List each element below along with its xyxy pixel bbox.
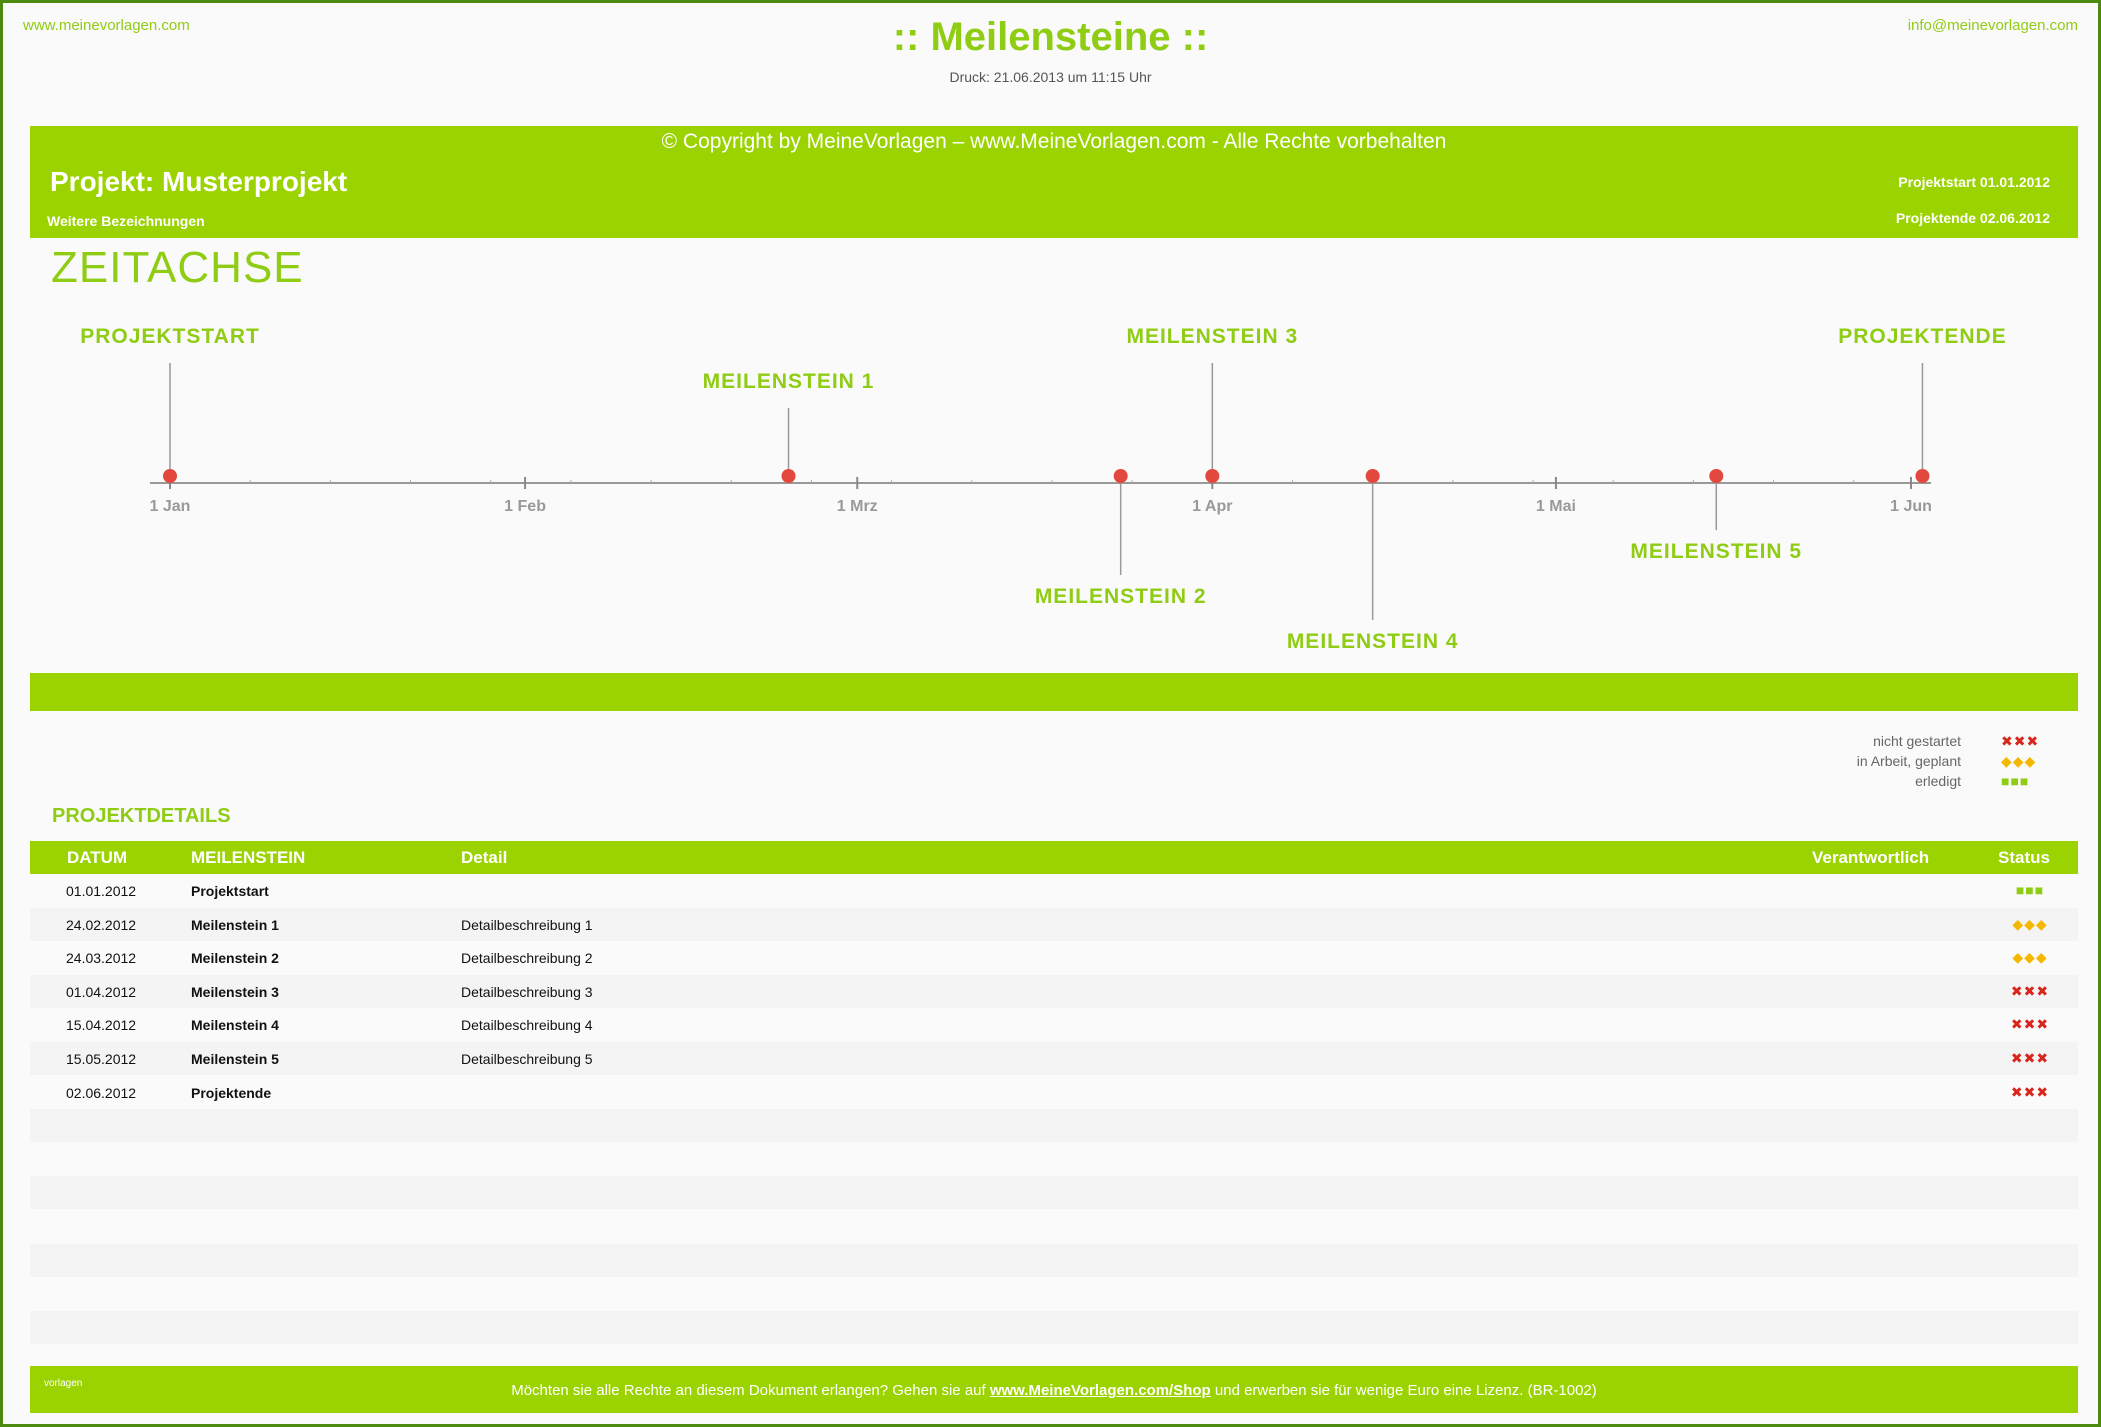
row-detail: Detailbeschreibung 2 — [461, 950, 593, 967]
status-red-icon: ✖✖✖ — [2010, 1083, 2050, 1100]
col-date: DATUM — [67, 848, 128, 867]
row-detail: Detailbeschreibung 4 — [461, 1017, 593, 1034]
table-row: 01.04.2012 Meilenstein 3 Detailbeschreibun… — [30, 974, 2078, 1008]
table-row: 24.03.2012 Meilenstein 2 Detailbeschreibun… — [30, 941, 2078, 974]
month-label: 1 Apr — [1192, 498, 1232, 515]
row-date: 15.04.2012 — [66, 1017, 137, 1034]
row-date: 15.05.2012 — [66, 1051, 137, 1067]
row-milestone: Meilenstein 4 — [191, 1017, 279, 1034]
row-milestone: Meilenstein 1 — [191, 916, 279, 933]
project-subtitle: Weitere Bezeichnungen — [47, 213, 205, 229]
footer-text-after: und erwerben sie für wenige Euro eine Li… — [1210, 1382, 1597, 1399]
footer-text: Möchten sie alle Rechte an diesem Dokume… — [30, 1382, 2078, 1399]
print-date: Druck: 21.06.2013 um 11:15 Uhr — [949, 69, 1152, 85]
milestone-label: MEILENSTEIN 5 — [1630, 540, 1802, 563]
legend-green-icon: ■■■ — [2001, 773, 2030, 789]
legend-red-icon: ✖✖✖ — [2001, 733, 2040, 749]
divider-bar — [30, 673, 2078, 711]
details-table-header: DATUM MEILENSTEIN Detail Verantwortlich … — [30, 841, 2078, 874]
empty-table-row — [30, 1143, 2078, 1176]
table-row: 15.05.2012 Meilenstein 5 Detailbeschreibun… — [30, 1042, 2078, 1075]
copyright-notice: © Copyright by MeineVorlagen – www.Meine… — [661, 130, 1447, 153]
milestone-marker — [1709, 469, 1724, 483]
project-start-date: Projektstart 01.01.2012 — [1898, 174, 2050, 190]
page-frame: www.meinevorlagen.com info@meinevorlagen… — [0, 0, 2101, 1427]
milestone-marker — [1915, 469, 1930, 483]
empty-table-row — [30, 1210, 2078, 1243]
status-red-icon: ✖✖✖ — [2010, 1050, 2050, 1066]
month-label: 1 Mai — [1536, 498, 1576, 515]
legend-label: in Arbeit, geplant — [1856, 753, 1961, 769]
empty-table-row — [30, 1310, 2078, 1344]
empty-table-row — [30, 1176, 2078, 1210]
row-date: 02.06.2012 — [66, 1084, 137, 1101]
row-date: 24.03.2012 — [66, 950, 137, 967]
row-milestone: Meilenstein 3 — [191, 983, 279, 1000]
empty-table-row — [30, 1277, 2078, 1310]
row-milestone: Meilenstein 5 — [191, 1051, 279, 1067]
status-red-icon: ✖✖✖ — [2010, 982, 2050, 999]
project-header: © Copyright by MeineVorlagen – www.Meine… — [30, 126, 2078, 238]
table-row: 02.06.2012 Projektende ✖✖✖ — [30, 1076, 2078, 1109]
empty-table-row — [30, 1109, 2078, 1143]
status-red-icon: ✖✖✖ — [2010, 1016, 2050, 1033]
milestone-label: PROJEKTENDE — [1838, 325, 2007, 348]
status-green-icon: ■■■ — [2015, 882, 2045, 898]
row-milestone: Projektende — [191, 1084, 272, 1101]
details-title: PROJEKTDETAILS — [52, 805, 231, 827]
row-date: 01.01.2012 — [66, 883, 137, 899]
milestone-label: MEILENSTEIN 2 — [1035, 585, 1207, 608]
document-title: :: Meilensteine :: — [892, 15, 1209, 59]
footer-bar: vorlagen Möchten sie alle Rechte an dies… — [30, 1366, 2078, 1413]
footer-text-before: Möchten sie alle Rechte an diesem Dokume… — [511, 1382, 990, 1399]
milestone-marker — [1113, 469, 1128, 483]
month-label: 1 Mrz — [837, 498, 878, 515]
row-detail: Detailbeschreibung 5 — [461, 1051, 593, 1067]
shop-link[interactable]: www.MeineVorlagen.com/Shop — [990, 1382, 1211, 1399]
milestone-label: MEILENSTEIN 3 — [1126, 325, 1298, 348]
legend-label: erledigt — [1915, 773, 1961, 789]
row-milestone: Projektstart — [191, 883, 269, 899]
row-detail: Detailbeschreibung 3 — [461, 983, 593, 1000]
milestone-marker — [163, 469, 177, 483]
milestone-label: MEILENSTEIN 1 — [703, 370, 875, 393]
milestone-label: MEILENSTEIN 4 — [1287, 630, 1459, 653]
project-name: Projekt: Musterprojekt — [50, 166, 348, 197]
milestone-marker — [781, 469, 796, 483]
row-detail: Detailbeschreibung 1 — [461, 916, 593, 933]
row-milestone: Meilenstein 2 — [191, 950, 279, 967]
legend-yellow-icon: ◆◆◆ — [2001, 753, 2037, 769]
status-yellow-icon: ◆◆◆ — [2012, 949, 2048, 966]
milestone-marker — [1365, 469, 1380, 483]
table-row: 15.04.2012 Meilenstein 4 Detailbeschreibun… — [30, 1008, 2078, 1041]
col-status: Status — [1998, 848, 2050, 867]
table-row: 24.02.2012 Meilenstein 1 Detailbeschreibun… — [30, 907, 2078, 941]
project-end-date: Projektende 02.06.2012 — [1895, 210, 2050, 226]
milestone-marker — [1205, 469, 1220, 483]
row-date: 24.02.2012 — [66, 916, 137, 933]
col-owner: Verantwortlich — [1812, 848, 1930, 867]
col-detail: Detail — [461, 848, 508, 867]
table-row: 01.01.2012 Projektstart ■■■ — [30, 874, 2078, 907]
month-label: 1 Feb — [504, 498, 546, 515]
status-yellow-icon: ◆◆◆ — [2012, 915, 2048, 932]
milestone-label: PROJEKTSTART — [80, 325, 260, 348]
legend-label: nicht gestartet — [1873, 733, 1961, 749]
empty-table-row — [30, 1243, 2078, 1277]
timeline-chart: 1 Jan 1 Feb 1 Mrz 1 Apr 1 Mai 1 Jun PROJEKTSTA… — [80, 325, 2007, 653]
month-label: 1 Jun — [1890, 498, 1932, 515]
row-date: 01.04.2012 — [66, 983, 137, 1000]
col-milestone: MEILENSTEIN — [191, 848, 306, 867]
month-label: 1 Jan — [150, 498, 191, 515]
timeline-title: ZEITACHSE — [51, 243, 304, 292]
